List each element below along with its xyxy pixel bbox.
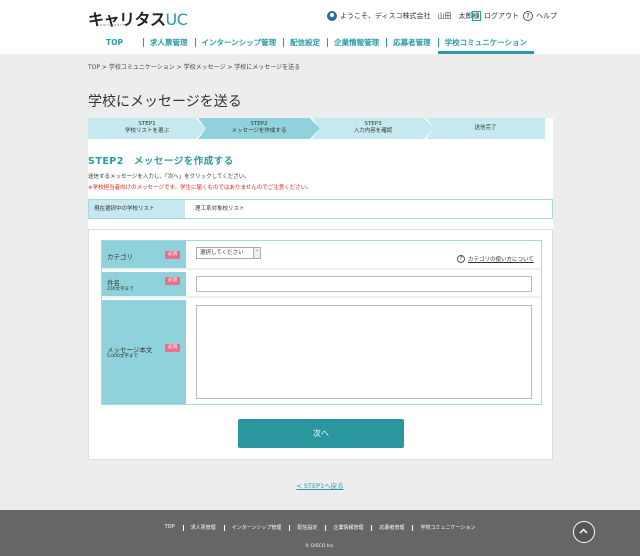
category-label-cell: カテゴリ 必須: [102, 241, 186, 268]
step-complete: 送信完了: [426, 118, 545, 139]
step-2-label: メッセージを作成する: [231, 128, 287, 134]
logout-icon: →: [472, 11, 481, 21]
nav-item-internship[interactable]: インターンシップ管理: [194, 34, 284, 54]
footer-item-internship[interactable]: インターンシップ管理: [223, 524, 290, 531]
category-row: カテゴリ 必須 選択してください ˅ ? カテゴリの使い方について: [102, 241, 541, 270]
greeting-text: ようこそ、ディスコ株式会社 山田 太郎様: [340, 12, 480, 20]
user-icon: [327, 11, 337, 21]
logo-subtitle: UNIVERSITY: [100, 23, 128, 27]
body-label-cell: メッセージ本文 5,000文字まで 必須: [102, 300, 186, 404]
scroll-to-top-button[interactable]: [573, 521, 595, 543]
nav-item-applicants[interactable]: 応募者管理: [386, 34, 438, 54]
body-note: 5,000文字まで: [107, 354, 138, 359]
subject-row: 件名 200文字まで 必須: [102, 272, 541, 298]
step-1-num: STEP1: [138, 121, 156, 127]
step-2-current: STEP2 メッセージを作成する: [198, 118, 320, 139]
step-1: STEP1 学校リストを選ぶ: [88, 118, 206, 139]
message-body-textarea[interactable]: [196, 305, 532, 399]
question-icon: ?: [457, 255, 465, 263]
footer-item-top[interactable]: TOP: [157, 524, 183, 531]
required-badge: 必須: [165, 344, 180, 352]
section-title: STEP2 メッセージを作成する: [88, 156, 234, 167]
footer-item-delivery-settings[interactable]: 配信設定: [289, 524, 325, 531]
category-help-label: カテゴリの使い方について: [468, 257, 534, 263]
form-table: カテゴリ 必須 選択してください ˅ ? カテゴリの使い方について 件名 200…: [101, 240, 542, 405]
message-form: カテゴリ 必須 選択してください ˅ ? カテゴリの使い方について 件名 200…: [88, 229, 553, 460]
logout-link[interactable]: → ログアウト: [472, 11, 519, 21]
step-3-label: 入力内容を確認: [353, 128, 393, 134]
nav-item-job-posting[interactable]: 求人票管理: [143, 34, 195, 54]
help-link[interactable]: ? ヘルプ: [523, 11, 557, 21]
nav-item-company-info[interactable]: 企業情報管理: [327, 34, 386, 54]
footer-item-applicants[interactable]: 応募者管理: [371, 524, 412, 531]
question-icon: ?: [523, 11, 533, 21]
step-1-label: 学校リストを選ぶ: [124, 128, 169, 134]
help-label: ヘルプ: [536, 12, 557, 20]
header: キャリタスUC UNIVERSITY ようこそ、ディスコ株式会社 山田 太郎様 …: [0, 0, 640, 54]
current-school-list: 現在選択中の学校リスト 理工系対象校リスト: [88, 199, 553, 219]
user-greeting: ようこそ、ディスコ株式会社 山田 太郎様: [327, 11, 480, 21]
footer: TOP 求人票管理 インターンシップ管理 配信設定 企業情報管理 応募者管理 学…: [0, 510, 640, 556]
current-list-value: 理工系対象校リスト: [195, 206, 245, 212]
footer-nav: TOP 求人票管理 インターンシップ管理 配信設定 企業情報管理 応募者管理 学…: [0, 524, 640, 531]
logout-label: ログアウト: [484, 12, 519, 20]
chevron-down-icon: ˅: [253, 248, 260, 258]
nav-item-top[interactable]: TOP: [106, 34, 143, 54]
main-card: STEP1 学校リストを選ぶ STEP2 メッセージを作成する STEP3 入力…: [88, 118, 553, 460]
nav-item-school-communication[interactable]: 学校コミュニケーション: [437, 34, 534, 54]
category-label: カテゴリ: [107, 253, 133, 261]
breadcrumb[interactable]: TOP > 学校コミュニケーション > 学校メッセージ > 学校にメッセージを送…: [88, 62, 300, 71]
warning-text: ※学校担当者向けのメッセージです。学生に届くものではありませんのでご注意ください…: [88, 185, 312, 191]
subject-input[interactable]: [196, 276, 532, 292]
step-3: STEP3 入力内容を確認: [312, 118, 434, 139]
subject-label-cell: 件名 200文字まで 必須: [102, 272, 186, 296]
footer-item-school-communication[interactable]: 学校コミュニケーション: [412, 524, 483, 531]
instruction-text: 送信するメッセージを入力し、「次へ」をクリックしてください。: [88, 174, 250, 180]
subject-note: 200文字まで: [107, 287, 134, 292]
category-help-link[interactable]: ? カテゴリの使い方について: [457, 255, 534, 263]
category-select[interactable]: 選択してください ˅: [196, 247, 261, 259]
back-to-step1-link[interactable]: < STEP1へ戻る: [0, 480, 640, 490]
copyright: © DISCO Inc.: [305, 544, 335, 549]
main-nav: TOP 求人票管理 インターンシップ管理 配信設定 企業情報管理 応募者管理 学…: [0, 34, 640, 54]
footer-item-job-posting[interactable]: 求人票管理: [182, 524, 224, 531]
body-row: メッセージ本文 5,000文字まで 必須: [102, 300, 541, 404]
footer-item-company-info[interactable]: 企業情報管理: [325, 524, 371, 531]
step-complete-label: 送信完了: [474, 125, 497, 131]
back-link-label: < STEP1へ戻る: [296, 482, 344, 490]
current-list-label: 現在選択中の学校リスト: [89, 200, 185, 218]
step-2-num: STEP2: [250, 121, 268, 127]
step-indicator: STEP1 学校リストを選ぶ STEP2 メッセージを作成する STEP3 入力…: [88, 118, 553, 139]
page-title: 学校にメッセージを送る: [88, 94, 242, 110]
required-badge: 必須: [165, 277, 180, 285]
step-3-num: STEP3: [364, 121, 382, 127]
required-badge: 必須: [165, 251, 180, 259]
category-select-value: 選択してください: [200, 250, 244, 256]
chevron-up-icon: [579, 528, 588, 534]
next-button[interactable]: 次へ: [238, 419, 404, 448]
nav-item-delivery-settings[interactable]: 配信設定: [283, 34, 327, 54]
